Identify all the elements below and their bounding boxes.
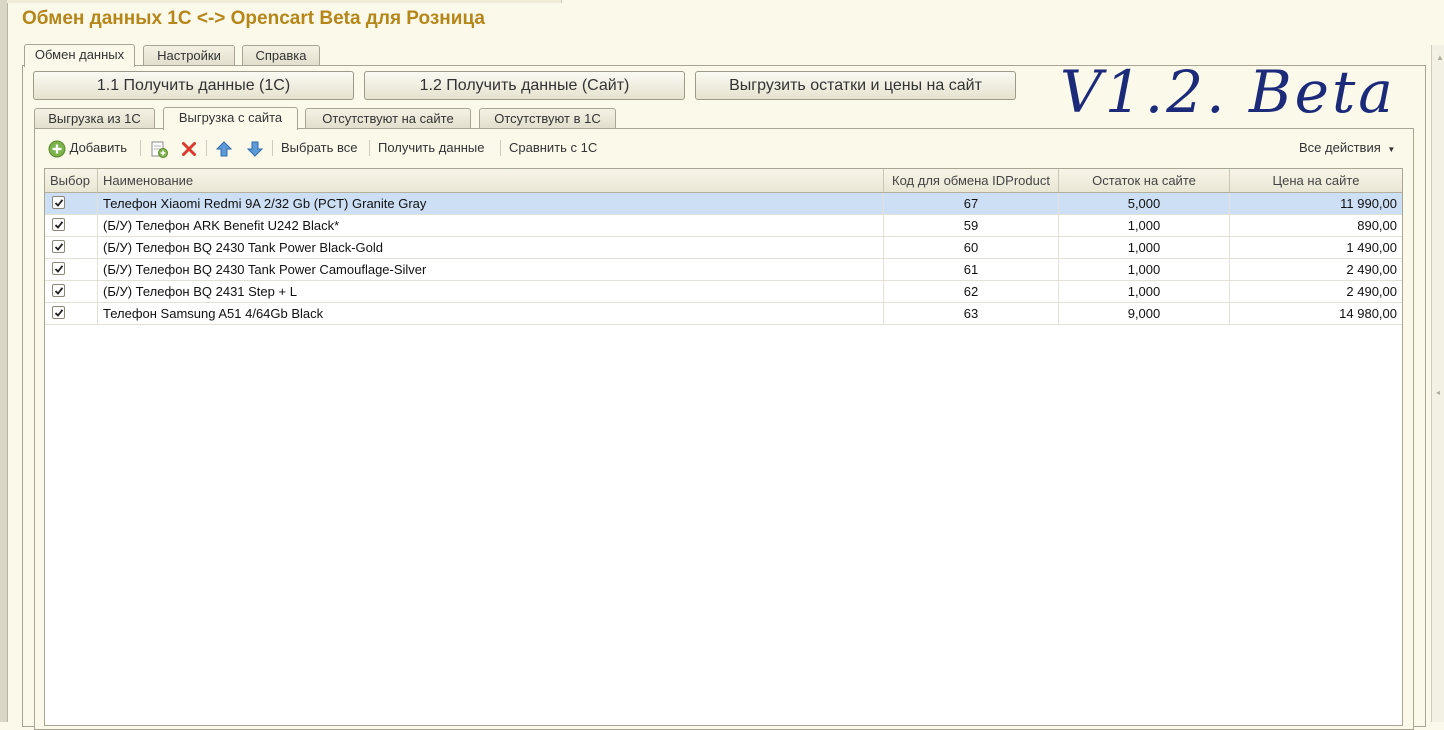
move-up-button[interactable] — [215, 139, 233, 157]
idproduct-cell: 60 — [884, 237, 1059, 258]
arrow-up-icon — [215, 140, 233, 157]
tab-settings[interactable]: Настройки — [143, 45, 235, 65]
price-cell: 2 490,00 — [1346, 284, 1397, 299]
delete-icon — [182, 141, 196, 156]
name-cell: (Б/У) Телефон ARK Benefit U242 Black* — [98, 215, 884, 236]
subtab-missing-on-site[interactable]: Отсутствуют на сайте — [305, 108, 471, 128]
version-signature: V1.2. Beta — [1060, 58, 1396, 126]
products-table[interactable]: Выбор Наименование Код для обмена IDProd… — [44, 168, 1403, 726]
select-cell[interactable] — [45, 215, 98, 236]
stock-cell: 1,000 — [1059, 259, 1230, 280]
column-header-stock[interactable]: Остаток на сайте — [1059, 169, 1230, 192]
row-checkbox[interactable] — [52, 218, 65, 231]
checkmark-icon — [54, 287, 64, 295]
name-cell: (Б/У) Телефон BQ 2430 Tank Power Camoufl… — [98, 259, 884, 280]
stock-cell: 1,000 — [1059, 281, 1230, 302]
idproduct-cell: 62 — [884, 281, 1059, 302]
price-cell: 11 990,00 — [1340, 196, 1397, 211]
name-cell: Телефон Xiaomi Redmi 9A 2/32 Gb (PCT) Gr… — [98, 193, 884, 214]
select-all-button[interactable]: Выбрать все — [281, 139, 357, 157]
row-checkbox[interactable] — [52, 262, 65, 275]
name-cell: (Б/У) Телефон BQ 2430 Tank Power Black-G… — [98, 237, 884, 258]
stock-cell: 5,000 — [1059, 193, 1230, 214]
select-cell[interactable] — [45, 281, 98, 302]
tab-help[interactable]: Справка — [242, 45, 320, 65]
idproduct-cell: 67 — [884, 193, 1059, 214]
name-cell: (Б/У) Телефон BQ 2431 Step + L — [98, 281, 884, 302]
price-cell: 2 490,00 — [1346, 262, 1397, 277]
right-scroll-strip[interactable]: ▲ ◂ — [1431, 45, 1444, 722]
column-header-price[interactable]: Цена на сайте — [1230, 169, 1402, 192]
checkmark-icon — [54, 265, 64, 273]
arrow-down-icon — [246, 141, 264, 157]
table-row[interactable]: (Б/У) Телефон BQ 2430 Tank Power Black-G… — [45, 237, 1402, 259]
all-actions-label: Все действия — [1299, 140, 1381, 155]
window-title: Обмен данных 1С <-> Opencart Beta для Ро… — [22, 8, 485, 29]
subtab-export-from-1c[interactable]: Выгрузка из 1С — [34, 108, 155, 128]
column-header-select[interactable]: Выбор — [45, 169, 98, 192]
row-checkbox[interactable] — [52, 284, 65, 297]
add-button[interactable]: Добавить — [48, 139, 128, 158]
checkmark-icon — [54, 309, 64, 317]
copy-add-icon — [151, 141, 168, 158]
move-down-button[interactable] — [246, 139, 264, 157]
idproduct-cell: 63 — [884, 303, 1059, 324]
tab-exchange[interactable]: Обмен данных — [24, 44, 135, 67]
table-header: Выбор Наименование Код для обмена IDProd… — [45, 169, 1402, 193]
row-checkbox[interactable] — [52, 306, 65, 319]
upload-stock-prices-button[interactable]: Выгрузить остатки и цены на сайт — [695, 71, 1016, 100]
toolbar-separator — [140, 140, 141, 156]
stock-cell: 1,000 — [1059, 215, 1230, 236]
subtab-export-from-site[interactable]: Выгрузка с сайта — [163, 107, 298, 130]
get-data-button[interactable]: Получить данные — [378, 139, 485, 157]
select-cell[interactable] — [45, 237, 98, 258]
toolbar-separator — [206, 140, 207, 156]
scroll-nub-middle-icon: ◂ — [1436, 388, 1441, 397]
table-row[interactable]: Телефон Samsung A51 4/64Gb Black 63 9,000 1… — [45, 303, 1402, 325]
checkmark-icon — [54, 243, 64, 251]
get-data-1c-button[interactable]: 1.1 Получить данные (1С) — [33, 71, 354, 100]
table-row[interactable]: (Б/У) Телефон ARK Benefit U242 Black* 59 1… — [45, 215, 1402, 237]
add-label: Добавить — [69, 140, 128, 155]
row-checkbox[interactable] — [52, 240, 65, 253]
price-cell: 14 980,00 — [1339, 306, 1397, 321]
window-tab-edge — [7, 0, 562, 3]
price-cell: 1 490,00 — [1346, 240, 1397, 255]
table-row[interactable]: Телефон Xiaomi Redmi 9A 2/32 Gb (PCT) Gr… — [45, 193, 1402, 215]
select-cell[interactable] — [45, 193, 98, 214]
table-row[interactable]: (Б/У) Телефон BQ 2430 Tank Power Camoufl… — [45, 259, 1402, 281]
column-header-idproduct[interactable]: Код для обмена IDProduct — [884, 169, 1059, 192]
delete-button[interactable] — [180, 139, 198, 157]
subtab-missing-in-1c[interactable]: Отсутствуют в 1С — [479, 108, 616, 128]
scroll-nub-top-icon: ▲ — [1436, 53, 1444, 62]
select-cell[interactable] — [45, 303, 98, 324]
column-header-name[interactable]: Наименование — [98, 169, 884, 192]
left-frame-strip — [0, 0, 8, 722]
all-actions-menu[interactable]: Все действия ▼ — [1299, 139, 1395, 157]
compare-1c-button[interactable]: Сравнить с 1С — [509, 139, 597, 157]
stock-cell: 9,000 — [1059, 303, 1230, 324]
row-checkbox[interactable] — [52, 196, 65, 209]
dropdown-arrow-icon: ▼ — [1387, 145, 1396, 154]
name-cell: Телефон Samsung A51 4/64Gb Black — [98, 303, 884, 324]
toolbar-separator — [369, 140, 370, 156]
select-cell[interactable] — [45, 259, 98, 280]
table-row[interactable]: (Б/У) Телефон BQ 2431 Step + L 62 1,000 2 4… — [45, 281, 1402, 303]
get-data-site-button[interactable]: 1.2 Получить данные (Сайт) — [364, 71, 685, 100]
toolbar-separator — [272, 140, 273, 156]
checkmark-icon — [54, 221, 64, 229]
copy-button[interactable] — [149, 139, 169, 158]
toolbar-separator — [500, 140, 501, 156]
idproduct-cell: 59 — [884, 215, 1059, 236]
idproduct-cell: 61 — [884, 259, 1059, 280]
stock-cell: 1,000 — [1059, 237, 1230, 258]
price-cell: 890,00 — [1357, 218, 1397, 233]
add-icon — [48, 140, 66, 158]
checkmark-icon — [54, 199, 64, 207]
